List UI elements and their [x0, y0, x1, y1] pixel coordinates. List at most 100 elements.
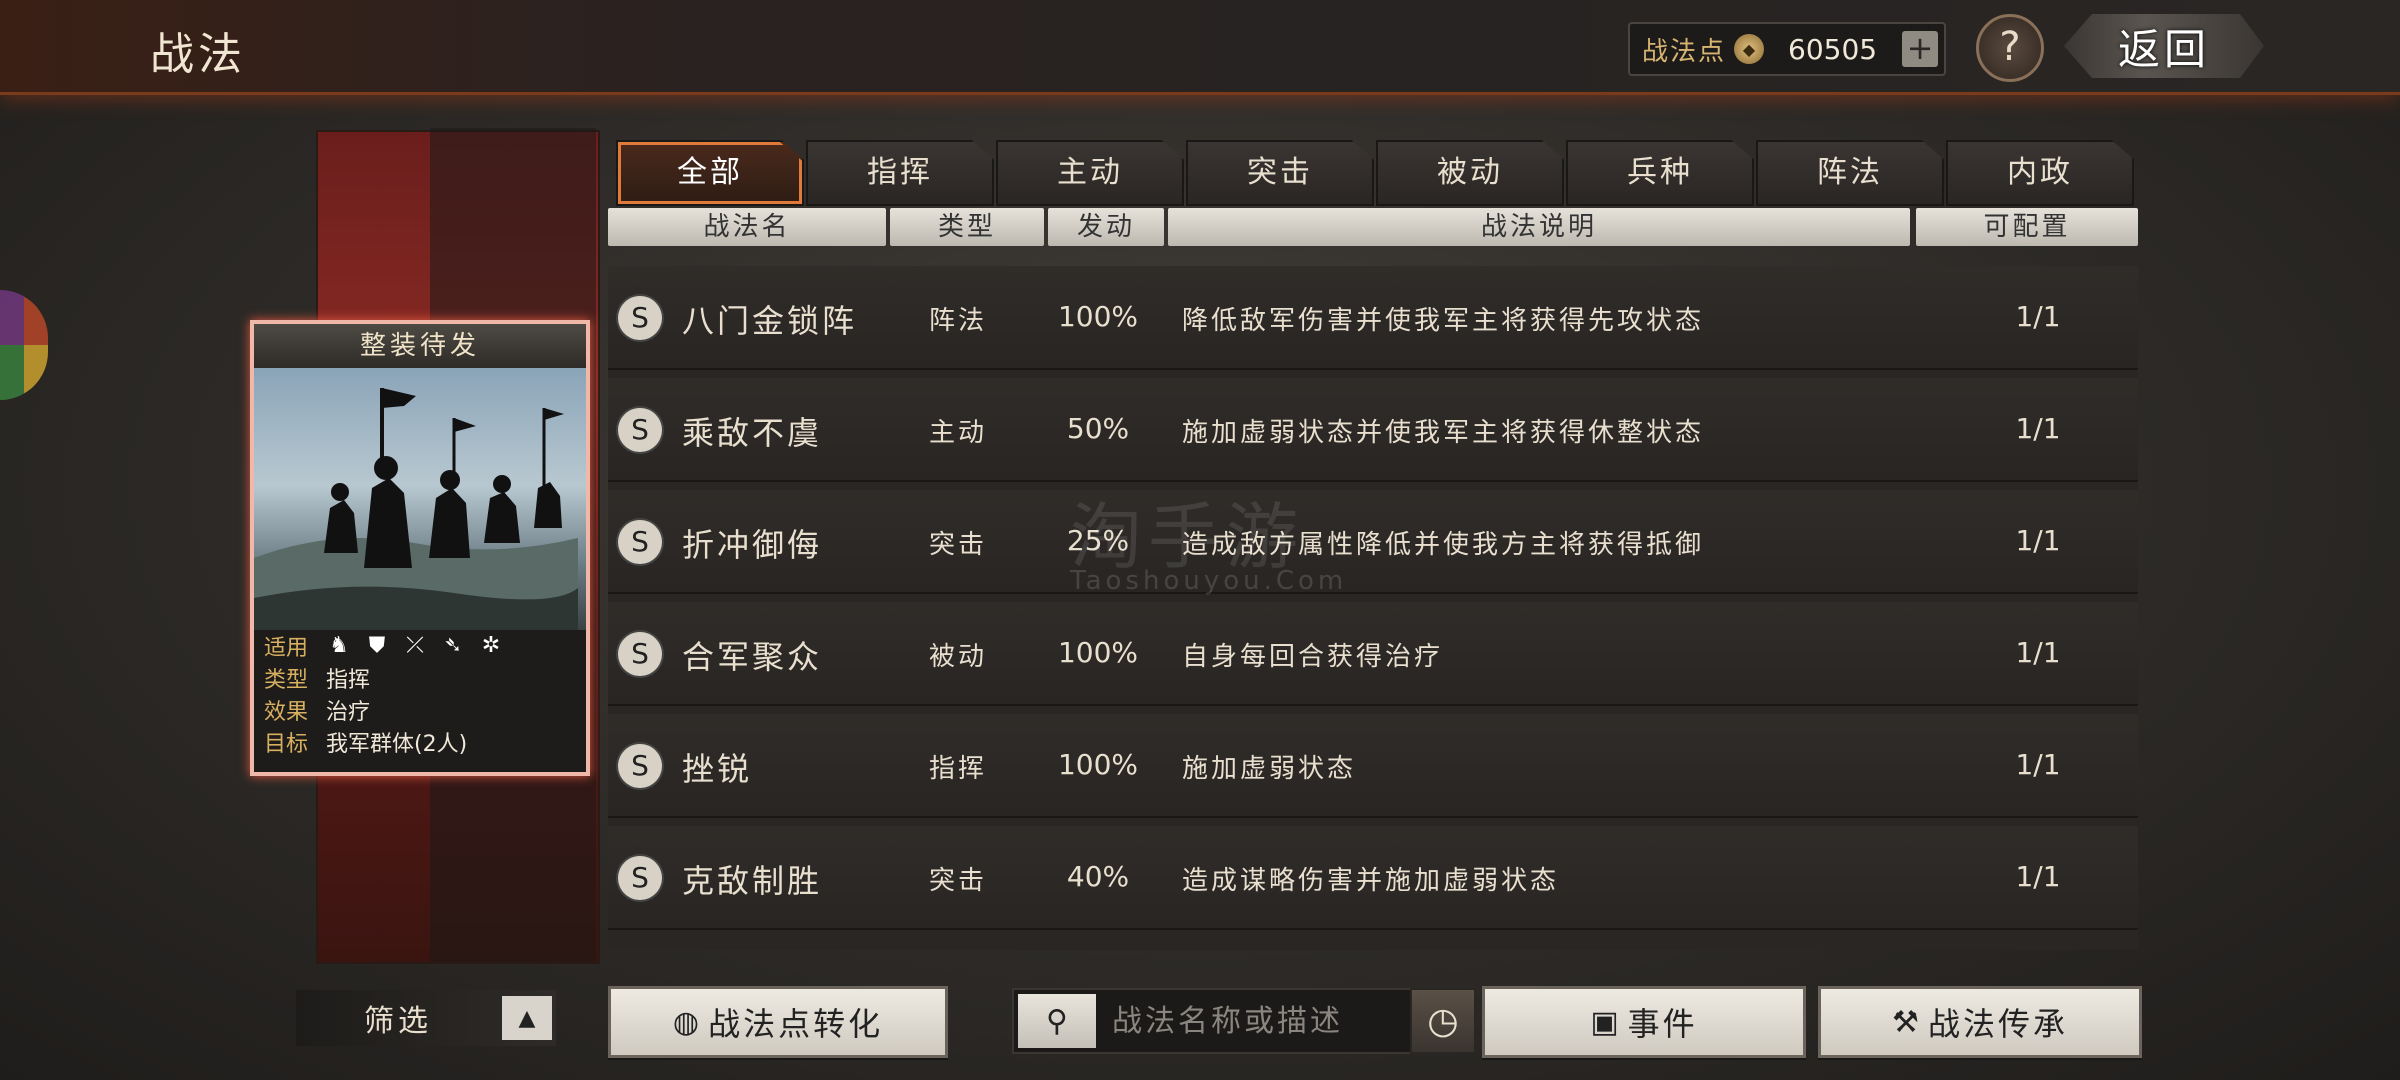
tab-active[interactable]: 主动 — [996, 140, 1184, 206]
column-header-name[interactable]: 战法名 — [608, 208, 886, 246]
search-box: ⚲ — [1012, 988, 1416, 1054]
tactic-row[interactable]: S 挫锐 指挥 100% 施加虚弱状态 1/1 — [608, 714, 2138, 818]
grade-badge: S — [618, 856, 662, 900]
tactic-name: 克敌制胜 — [682, 862, 823, 900]
tab-command[interactable]: 指挥 — [806, 140, 994, 206]
back-label: 返回 — [2117, 24, 2210, 74]
top-bar: 战法 战法点 ◆ 60505 + ? 返回 — [0, 0, 2400, 95]
applicable-key: 适用 — [264, 636, 309, 661]
tactic-config: 1/1 — [2015, 300, 2061, 333]
history-clock-button[interactable]: ◷ — [1410, 988, 1476, 1054]
event-label: 事件 — [1627, 1005, 1698, 1043]
card-row-target: 目标 我军群体(2人) — [254, 726, 586, 758]
tactic-type: 阵法 — [928, 306, 987, 336]
column-header-description: 战法说明 — [1168, 208, 1910, 246]
tactic-name: 乘敌不虞 — [682, 414, 823, 452]
tactic-config: 1/1 — [2015, 412, 2061, 445]
tactic-description: 施加虚弱状态 — [1182, 754, 1357, 784]
tactic-row[interactable]: S 克敌制胜 突击 40% 造成谋略伤害并施加虚弱状态 1/1 — [608, 826, 2138, 930]
tactic-type: 突击 — [928, 866, 987, 896]
card-row-type: 类型 指挥 — [254, 662, 586, 694]
tactic-name: 挫锐 — [682, 750, 753, 788]
tactic-config: 1/1 — [2015, 636, 2061, 669]
tactic-rate: 100% — [1057, 300, 1139, 333]
coin-icon: ◆ — [1734, 34, 1765, 64]
tactic-row[interactable]: S 乘敌不虞 主动 50% 施加虚弱状态并使我军主将获得休整状态 1/1 — [608, 378, 2138, 482]
tactic-name: 合军聚众 — [682, 638, 823, 676]
tactic-list[interactable]: S 八门金锁阵 阵法 100% 降低敌军伤害并使我军主将获得先攻状态 1/1 S… — [608, 266, 2138, 950]
filter-control[interactable]: 筛选 ▲ — [296, 990, 556, 1046]
points-label: 战法点 — [1642, 36, 1727, 67]
help-button[interactable]: ? — [1976, 14, 2044, 82]
type-key: 类型 — [264, 668, 309, 693]
tactic-row[interactable]: S 八门金锁阵 阵法 100% 降低敌军伤害并使我军主将获得先攻状态 1/1 — [608, 266, 2138, 370]
tactic-description: 降低敌军伤害并使我军主将获得先攻状态 — [1182, 306, 1705, 336]
tactic-rate: 100% — [1057, 748, 1139, 781]
tab-all[interactable]: 全部 — [616, 140, 804, 206]
card-title: 整装待发 — [254, 324, 586, 368]
grade-badge: S — [618, 632, 662, 676]
chevron-up-icon[interactable]: ▲ — [502, 996, 552, 1040]
tactic-config: 1/1 — [2015, 748, 2061, 781]
tactic-description: 自身每回合获得治疗 — [1182, 642, 1444, 672]
tab-assault[interactable]: 突击 — [1186, 140, 1374, 206]
inherit-tactic-button[interactable]: ⚒ 战法传承 — [1818, 986, 2142, 1058]
selected-tactic-card[interactable]: 整装待发 适用 ♞ ⛊ ⤫ ➴ ✲ 类型 指挥 效果 治疗 目标 我军群体(2人… — [250, 320, 590, 776]
tactic-description: 施加虚弱状态并使我军主将获得休整状态 — [1182, 418, 1705, 448]
grade-badge: S — [618, 408, 662, 452]
bow-icon: ⤫ — [406, 633, 424, 658]
card-row-applicable: 适用 ♞ ⛊ ⤫ ➴ ✲ — [254, 630, 586, 662]
add-points-button[interactable]: + — [1902, 31, 1938, 67]
cavalry-icon: ♞ — [329, 633, 349, 658]
convert-points-button[interactable]: ◍ 战法点转化 — [608, 986, 948, 1058]
tactic-type: 主动 — [928, 418, 987, 448]
tab-formation[interactable]: 阵法 — [1756, 140, 1944, 206]
category-tabs: 全部 指挥 主动 突击 被动 兵种 阵法 内政 — [616, 140, 2134, 206]
card-row-effect: 效果 治疗 — [254, 694, 586, 726]
column-header-config[interactable]: 可配置 — [1916, 208, 2138, 246]
flame-icon: ◍ — [672, 1004, 703, 1040]
tactic-name: 折冲御侮 — [682, 526, 823, 564]
tab-passive[interactable]: 被动 — [1376, 140, 1564, 206]
tactic-rate: 50% — [1066, 412, 1130, 445]
tactic-type: 突击 — [928, 530, 987, 560]
tab-internal[interactable]: 内政 — [1946, 140, 2134, 206]
tactic-config: 1/1 — [2015, 860, 2061, 893]
grade-badge: S — [618, 744, 662, 788]
tactic-points-display: 战法点 ◆ 60505 + — [1628, 22, 1946, 76]
alert-book-icon: ▣ — [1590, 1004, 1622, 1040]
column-header-type[interactable]: 类型 — [890, 208, 1044, 246]
cavalry-silhouette-art — [254, 388, 578, 630]
tactic-type: 指挥 — [928, 754, 987, 784]
back-button[interactable]: 返回 — [2064, 14, 2264, 78]
effect-key: 效果 — [264, 700, 309, 725]
type-value: 指挥 — [326, 668, 371, 693]
tactic-rate: 40% — [1066, 860, 1130, 893]
search-icon[interactable]: ⚲ — [1018, 994, 1096, 1048]
target-value: 我军群体(2人) — [326, 732, 468, 757]
watermark-url: Taoshouyou.Com — [1070, 566, 1348, 596]
tactic-row[interactable]: S 折冲御侮 突击 25% 造成敌方属性降低并使我方主将获得抵御 1/1 — [608, 490, 2138, 594]
inherit-tactic-label: 战法传承 — [1927, 1005, 2068, 1043]
hammer-icon: ⚒ — [1892, 1004, 1922, 1040]
effect-value: 治疗 — [326, 700, 371, 725]
spear-icon: ➴ — [443, 633, 463, 658]
tactic-type: 被动 — [928, 642, 987, 672]
points-value: 60505 — [1788, 32, 1878, 66]
tactic-row[interactable]: S 合军聚众 被动 100% 自身每回合获得治疗 1/1 — [608, 602, 2138, 706]
page-title: 战法 — [150, 29, 246, 80]
search-input[interactable] — [1110, 1002, 1414, 1040]
tab-troop[interactable]: 兵种 — [1566, 140, 1754, 206]
event-button[interactable]: ▣ 事件 — [1482, 986, 1806, 1058]
tactic-description: 造成谋略伤害并施加虚弱状态 — [1182, 866, 1560, 896]
column-header-trigger[interactable]: 发动 — [1048, 208, 1164, 246]
tactic-config: 1/1 — [2015, 524, 2061, 557]
grade-badge: S — [618, 296, 662, 340]
convert-points-label: 战法点转化 — [708, 1005, 884, 1043]
filter-label: 筛选 — [364, 1004, 432, 1039]
target-key: 目标 — [264, 732, 309, 757]
card-artwork — [254, 368, 586, 630]
tactic-name: 八门金锁阵 — [682, 302, 858, 340]
grade-badge: S — [618, 520, 662, 564]
shield-icon: ⛊ — [368, 633, 386, 658]
